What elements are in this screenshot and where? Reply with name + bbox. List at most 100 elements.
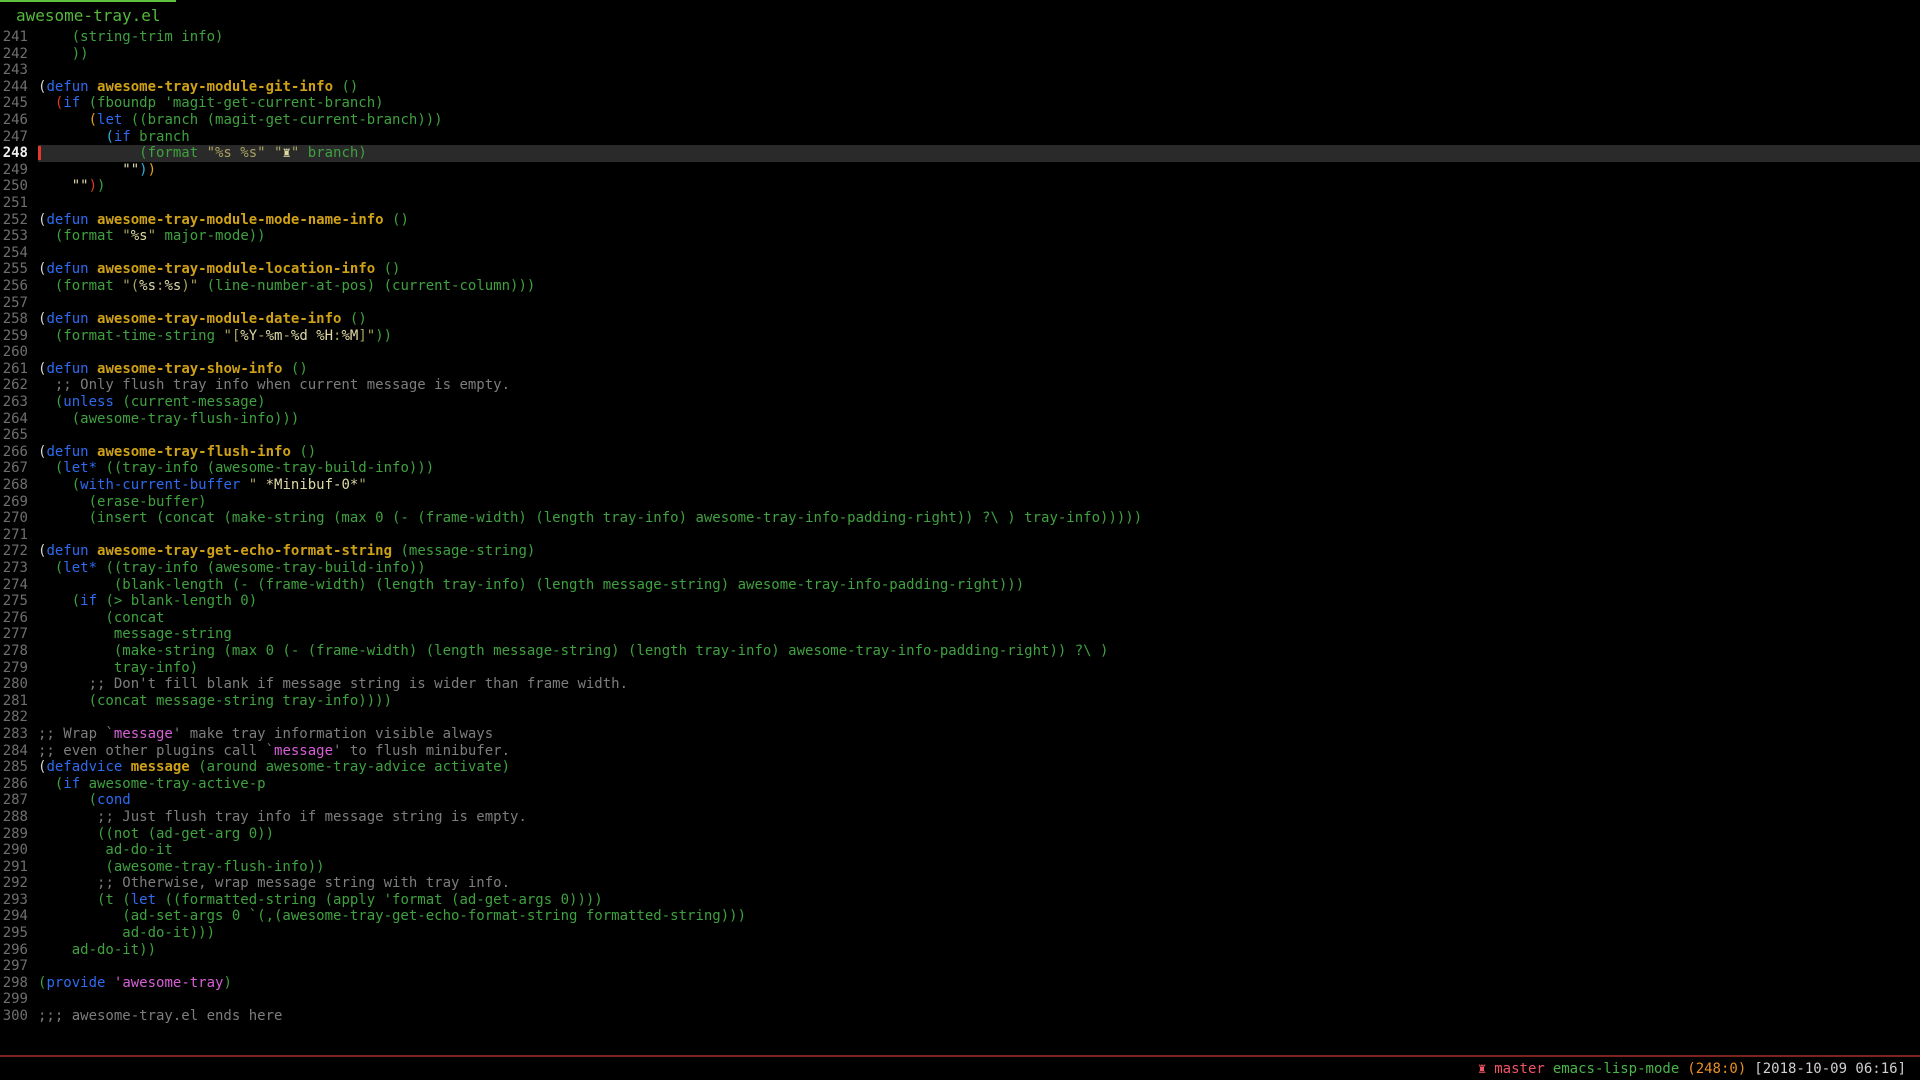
code-line[interactable]: 291 (awesome-tray-flush-info)) — [0, 859, 1920, 876]
line-content: ad-do-it)) — [38, 942, 1920, 959]
line-content: ((not (ad-get-arg 0)) — [38, 826, 1920, 843]
line-content: ;; Only flush tray info when current mes… — [38, 377, 1920, 394]
code-line[interactable]: 293 (t (let ((formatted-string (apply 'f… — [0, 892, 1920, 909]
code-line[interactable]: 256 (format "(%s:%s)" (line-number-at-po… — [0, 278, 1920, 295]
code-line[interactable]: 285(defadvice message (around awesome-tr… — [0, 759, 1920, 776]
code-line[interactable]: 254 — [0, 245, 1920, 262]
code-line[interactable]: 290 ad-do-it — [0, 842, 1920, 859]
line-number: 292 — [0, 875, 38, 892]
line-content: (ad-set-args 0 `(,(awesome-tray-get-echo… — [38, 908, 1920, 925]
code-line[interactable]: 294 (ad-set-args 0 `(,(awesome-tray-get-… — [0, 908, 1920, 925]
code-line[interactable]: 287 (cond — [0, 792, 1920, 809]
cursor-position: (248:0) — [1687, 1061, 1746, 1077]
code-line[interactable]: 272(defun awesome-tray-get-echo-format-s… — [0, 543, 1920, 560]
code-line[interactable]: 270 (insert (concat (make-string (max 0 … — [0, 510, 1920, 527]
line-number: 247 — [0, 129, 38, 146]
code-line[interactable]: 257 — [0, 295, 1920, 312]
line-content: (with-current-buffer " *Minibuf-0*" — [38, 477, 1920, 494]
code-line[interactable]: 260 — [0, 344, 1920, 361]
code-line[interactable]: 248 (format "%s %s" "♜" branch) — [0, 145, 1920, 162]
code-line[interactable]: 274 (blank-length (- (frame-width) (leng… — [0, 577, 1920, 594]
line-content: ;; Just flush tray info if message strin… — [38, 809, 1920, 826]
tab-awesome-tray-el[interactable]: awesome-tray.el — [0, 0, 176, 25]
code-line[interactable]: 281 (concat message-string tray-info)))) — [0, 693, 1920, 710]
code-line[interactable]: 297 — [0, 958, 1920, 975]
code-line[interactable]: 262 ;; Only flush tray info when current… — [0, 377, 1920, 394]
line-number: 270 — [0, 510, 38, 527]
code-line[interactable]: 300;;; awesome-tray.el ends here — [0, 1008, 1920, 1025]
line-number: 274 — [0, 577, 38, 594]
code-line[interactable]: 295 ad-do-it))) — [0, 925, 1920, 942]
line-content: (concat — [38, 610, 1920, 627]
line-content: (insert (concat (make-string (max 0 (- (… — [38, 510, 1920, 527]
line-number: 257 — [0, 295, 38, 312]
line-number: 260 — [0, 344, 38, 361]
line-content: (format "%s %s" "♜" branch) — [38, 145, 1920, 162]
code-line[interactable]: 251 — [0, 195, 1920, 212]
code-line[interactable]: 279 tray-info) — [0, 660, 1920, 677]
line-content — [38, 245, 1920, 262]
line-content — [38, 195, 1920, 212]
code-line[interactable]: 242 )) — [0, 46, 1920, 63]
code-line[interactable]: 265 — [0, 427, 1920, 444]
code-line[interactable]: 296 ad-do-it)) — [0, 942, 1920, 959]
code-line[interactable]: 292 ;; Otherwise, wrap message string wi… — [0, 875, 1920, 892]
emacs-frame: awesome-tray.el 241 (string-trim info)24… — [0, 0, 1920, 1080]
code-line[interactable]: 283;; Wrap `message' make tray informati… — [0, 726, 1920, 743]
code-buffer[interactable]: 241 (string-trim info)242 ))243244(defun… — [0, 29, 1920, 1025]
code-line[interactable]: 264 (awesome-tray-flush-info))) — [0, 411, 1920, 428]
line-content: (defun awesome-tray-module-mode-name-inf… — [38, 212, 1920, 229]
line-content: (let* ((tray-info (awesome-tray-build-in… — [38, 460, 1920, 477]
line-number: 300 — [0, 1008, 38, 1025]
code-line[interactable]: 286 (if awesome-tray-active-p — [0, 776, 1920, 793]
line-content: (defadvice message (around awesome-tray-… — [38, 759, 1920, 776]
code-line[interactable]: 253 (format "%s" major-mode)) — [0, 228, 1920, 245]
line-content: (let ((branch (magit-get-current-branch)… — [38, 112, 1920, 129]
code-line[interactable]: 263 (unless (current-message) — [0, 394, 1920, 411]
line-number: 265 — [0, 427, 38, 444]
code-line[interactable]: 252(defun awesome-tray-module-mode-name-… — [0, 212, 1920, 229]
code-line[interactable]: 245 (if (fboundp 'magit-get-current-bran… — [0, 95, 1920, 112]
line-number: 248 — [0, 145, 38, 162]
code-line[interactable]: 299 — [0, 991, 1920, 1008]
git-branch-icon: ♜ — [1478, 1061, 1486, 1077]
code-line[interactable]: 241 (string-trim info) — [0, 29, 1920, 46]
line-number: 256 — [0, 278, 38, 295]
line-number: 277 — [0, 626, 38, 643]
code-line[interactable]: 261(defun awesome-tray-show-info () — [0, 361, 1920, 378]
code-line[interactable]: 267 (let* ((tray-info (awesome-tray-buil… — [0, 460, 1920, 477]
code-line[interactable]: 289 ((not (ad-get-arg 0)) — [0, 826, 1920, 843]
code-line[interactable]: 288 ;; Just flush tray info if message s… — [0, 809, 1920, 826]
code-line[interactable]: 247 (if branch — [0, 129, 1920, 146]
line-content: (let* ((tray-info (awesome-tray-build-in… — [38, 560, 1920, 577]
code-line[interactable]: 250 "")) — [0, 178, 1920, 195]
code-line[interactable]: 268 (with-current-buffer " *Minibuf-0*" — [0, 477, 1920, 494]
code-line[interactable]: 280 ;; Don't fill blank if message strin… — [0, 676, 1920, 693]
line-content: (format "(%s:%s)" (line-number-at-pos) (… — [38, 278, 1920, 295]
code-line[interactable]: 282 — [0, 709, 1920, 726]
line-content: (make-string (max 0 (- (frame-width) (le… — [38, 643, 1920, 660]
code-line[interactable]: 271 — [0, 527, 1920, 544]
code-line[interactable]: 269 (erase-buffer) — [0, 494, 1920, 511]
code-line[interactable]: 276 (concat — [0, 610, 1920, 627]
line-content: ;; Otherwise, wrap message string with t… — [38, 875, 1920, 892]
code-line[interactable]: 273 (let* ((tray-info (awesome-tray-buil… — [0, 560, 1920, 577]
code-line[interactable]: 284;; even other plugins call `message' … — [0, 743, 1920, 760]
code-line[interactable]: 243 — [0, 62, 1920, 79]
code-line[interactable]: 255(defun awesome-tray-module-location-i… — [0, 261, 1920, 278]
code-line[interactable]: 249 "")) — [0, 162, 1920, 179]
line-number: 245 — [0, 95, 38, 112]
code-line[interactable]: 259 (format-time-string "[%Y-%m-%d %H:%M… — [0, 328, 1920, 345]
line-number: 241 — [0, 29, 38, 46]
code-line[interactable]: 258(defun awesome-tray-module-date-info … — [0, 311, 1920, 328]
code-line[interactable]: 275 (if (> blank-length 0) — [0, 593, 1920, 610]
code-line[interactable]: 277 message-string — [0, 626, 1920, 643]
line-number: 254 — [0, 245, 38, 262]
code-line[interactable]: 298(provide 'awesome-tray) — [0, 975, 1920, 992]
code-line[interactable]: 244(defun awesome-tray-module-git-info (… — [0, 79, 1920, 96]
code-line[interactable]: 278 (make-string (max 0 (- (frame-width)… — [0, 643, 1920, 660]
line-content: (awesome-tray-flush-info)) — [38, 859, 1920, 876]
code-line[interactable]: 246 (let ((branch (magit-get-current-bra… — [0, 112, 1920, 129]
line-number: 259 — [0, 328, 38, 345]
code-line[interactable]: 266(defun awesome-tray-flush-info () — [0, 444, 1920, 461]
